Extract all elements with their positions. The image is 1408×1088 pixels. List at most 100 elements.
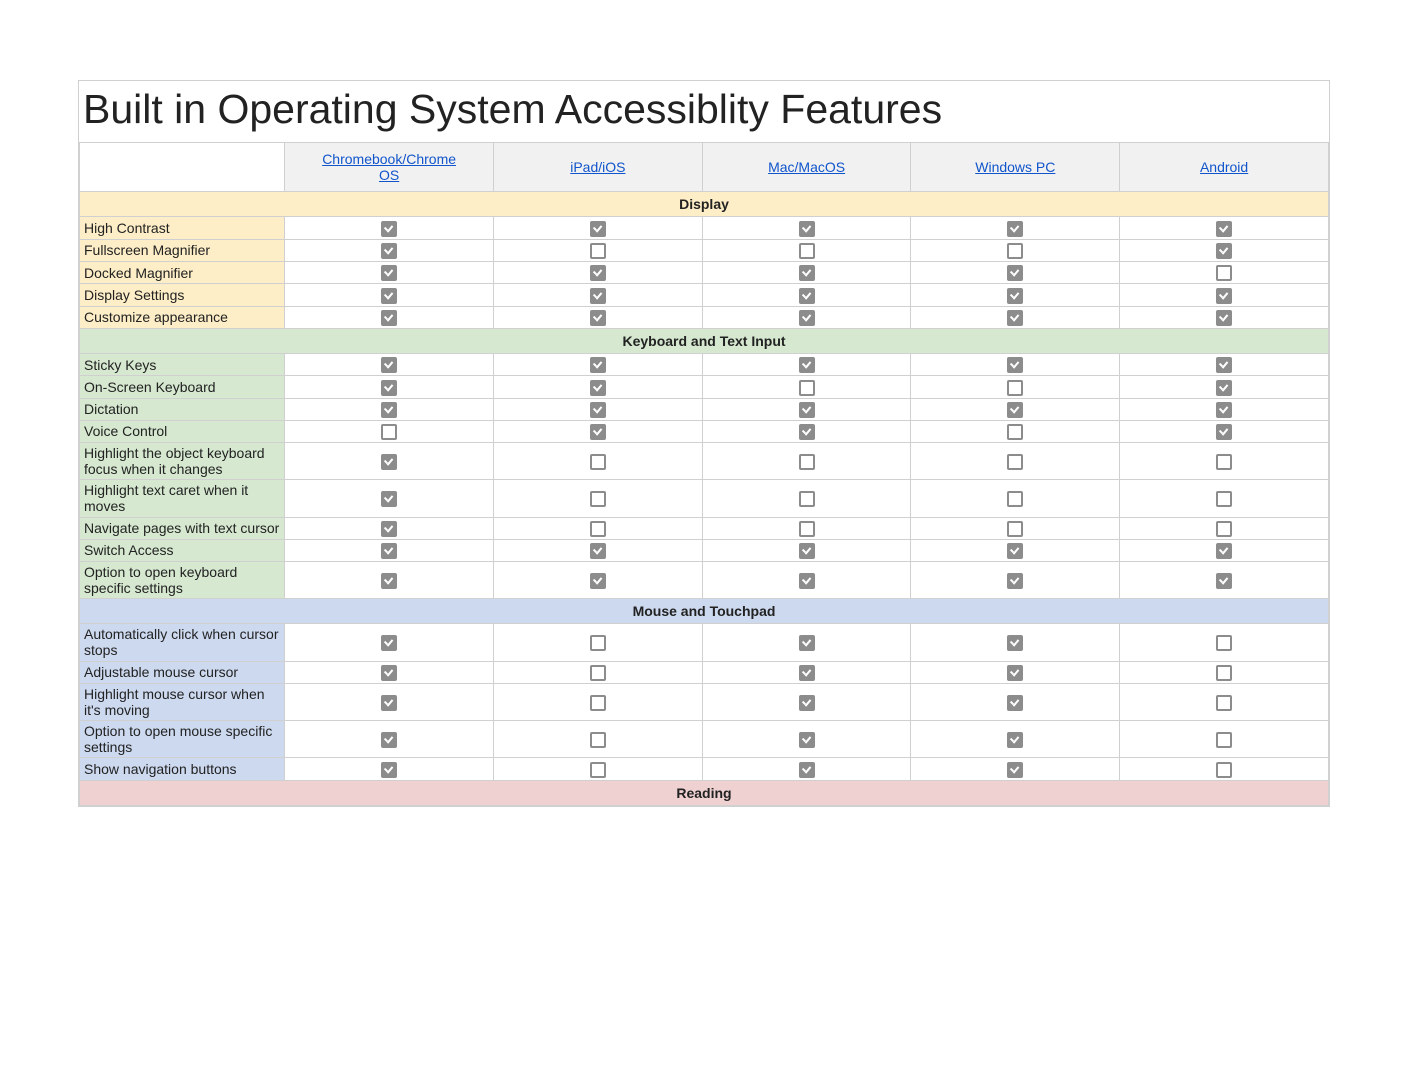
checkbox-checked-icon (381, 635, 397, 651)
feature-row: Fullscreen Magnifier (80, 239, 1329, 261)
checkbox-checked-icon (381, 695, 397, 711)
checkbox-unchecked-icon (381, 424, 397, 440)
checkbox-checked-icon (1007, 695, 1023, 711)
checkbox-checked-icon (1007, 762, 1023, 778)
checkbox-checked-icon (799, 635, 815, 651)
feature-cell (1120, 480, 1329, 517)
feature-cell (702, 661, 911, 683)
feature-cell (1120, 443, 1329, 480)
checkbox-checked-icon (381, 491, 397, 507)
feature-cell (285, 217, 494, 239)
checkbox-unchecked-icon (590, 732, 606, 748)
os-link-windows[interactable]: Windows PC (975, 159, 1055, 175)
os-link-macos[interactable]: Mac/MacOS (768, 159, 845, 175)
checkbox-unchecked-icon (1007, 521, 1023, 537)
checkbox-checked-icon (1007, 310, 1023, 326)
feature-cell (285, 239, 494, 261)
checkbox-checked-icon (799, 265, 815, 281)
os-header-chrome: Chromebook/ChromeOS (285, 143, 494, 192)
os-link-chrome[interactable]: Chromebook/ChromeOS (322, 151, 456, 183)
checkbox-checked-icon (590, 380, 606, 396)
checkbox-checked-icon (1216, 357, 1232, 373)
feature-cell (911, 284, 1120, 306)
feature-row: Display Settings (80, 284, 1329, 306)
feature-cell (911, 217, 1120, 239)
feature-cell (285, 562, 494, 599)
feature-cell (911, 721, 1120, 758)
checkbox-checked-icon (1007, 732, 1023, 748)
feature-cell (702, 398, 911, 420)
feature-label: Automatically click when cursor stops (80, 624, 285, 661)
feature-cell (285, 721, 494, 758)
feature-cell (1120, 517, 1329, 539)
feature-cell (493, 284, 702, 306)
feature-label: Highlight text caret when it moves (80, 480, 285, 517)
checkbox-checked-icon (799, 424, 815, 440)
section-row: Mouse and Touchpad (80, 599, 1329, 624)
feature-cell (285, 261, 494, 283)
os-header-ios: iPad/iOS (493, 143, 702, 192)
feature-label: Fullscreen Magnifier (80, 239, 285, 261)
feature-cell (493, 758, 702, 780)
feature-cell (493, 306, 702, 328)
checkbox-checked-icon (590, 402, 606, 418)
feature-label: Display Settings (80, 284, 285, 306)
checkbox-checked-icon (799, 357, 815, 373)
feature-cell (493, 683, 702, 720)
feature-cell (702, 376, 911, 398)
feature-cell (911, 683, 1120, 720)
feature-cell (911, 517, 1120, 539)
feature-cell (493, 721, 702, 758)
checkbox-checked-icon (799, 732, 815, 748)
feature-cell (911, 398, 1120, 420)
checkbox-checked-icon (590, 310, 606, 326)
checkbox-unchecked-icon (1216, 695, 1232, 711)
feature-cell (285, 517, 494, 539)
checkbox-unchecked-icon (1216, 265, 1232, 281)
checkbox-unchecked-icon (1216, 454, 1232, 470)
section-row: Display (80, 192, 1329, 217)
feature-cell (1120, 239, 1329, 261)
feature-cell (285, 306, 494, 328)
feature-cell (1120, 398, 1329, 420)
checkbox-checked-icon (381, 543, 397, 559)
feature-cell (702, 353, 911, 375)
checkbox-checked-icon (381, 310, 397, 326)
checkbox-unchecked-icon (590, 762, 606, 778)
feature-row: Sticky Keys (80, 353, 1329, 375)
feature-cell (911, 443, 1120, 480)
checkbox-unchecked-icon (1216, 732, 1232, 748)
os-link-android[interactable]: Android (1200, 159, 1248, 175)
checkbox-checked-icon (1216, 573, 1232, 589)
checkbox-checked-icon (1216, 424, 1232, 440)
feature-cell (285, 539, 494, 561)
feature-cell (493, 398, 702, 420)
feature-cell (911, 758, 1120, 780)
feature-cell (911, 480, 1120, 517)
feature-row: Dictation (80, 398, 1329, 420)
feature-row: Customize appearance (80, 306, 1329, 328)
checkbox-checked-icon (1007, 402, 1023, 418)
feature-row: Navigate pages with text cursor (80, 517, 1329, 539)
feature-row: Adjustable mouse cursor (80, 661, 1329, 683)
checkbox-unchecked-icon (590, 635, 606, 651)
feature-label: Adjustable mouse cursor (80, 661, 285, 683)
os-link-ios[interactable]: iPad/iOS (570, 159, 625, 175)
os-header-macos: Mac/MacOS (702, 143, 911, 192)
section-row: Reading (80, 780, 1329, 805)
feature-cell (702, 443, 911, 480)
checkbox-unchecked-icon (590, 695, 606, 711)
checkbox-checked-icon (381, 357, 397, 373)
checkbox-checked-icon (590, 288, 606, 304)
feature-row: Voice Control (80, 420, 1329, 442)
checkbox-checked-icon (381, 221, 397, 237)
feature-row: Highlight the object keyboard focus when… (80, 443, 1329, 480)
checkbox-checked-icon (799, 762, 815, 778)
feature-cell (702, 420, 911, 442)
table-header-row: Chromebook/ChromeOS iPad/iOS Mac/MacOS W… (80, 143, 1329, 192)
feature-cell (702, 517, 911, 539)
checkbox-checked-icon (799, 573, 815, 589)
feature-cell (1120, 624, 1329, 661)
feature-label: Dictation (80, 398, 285, 420)
feature-row: Show navigation buttons (80, 758, 1329, 780)
